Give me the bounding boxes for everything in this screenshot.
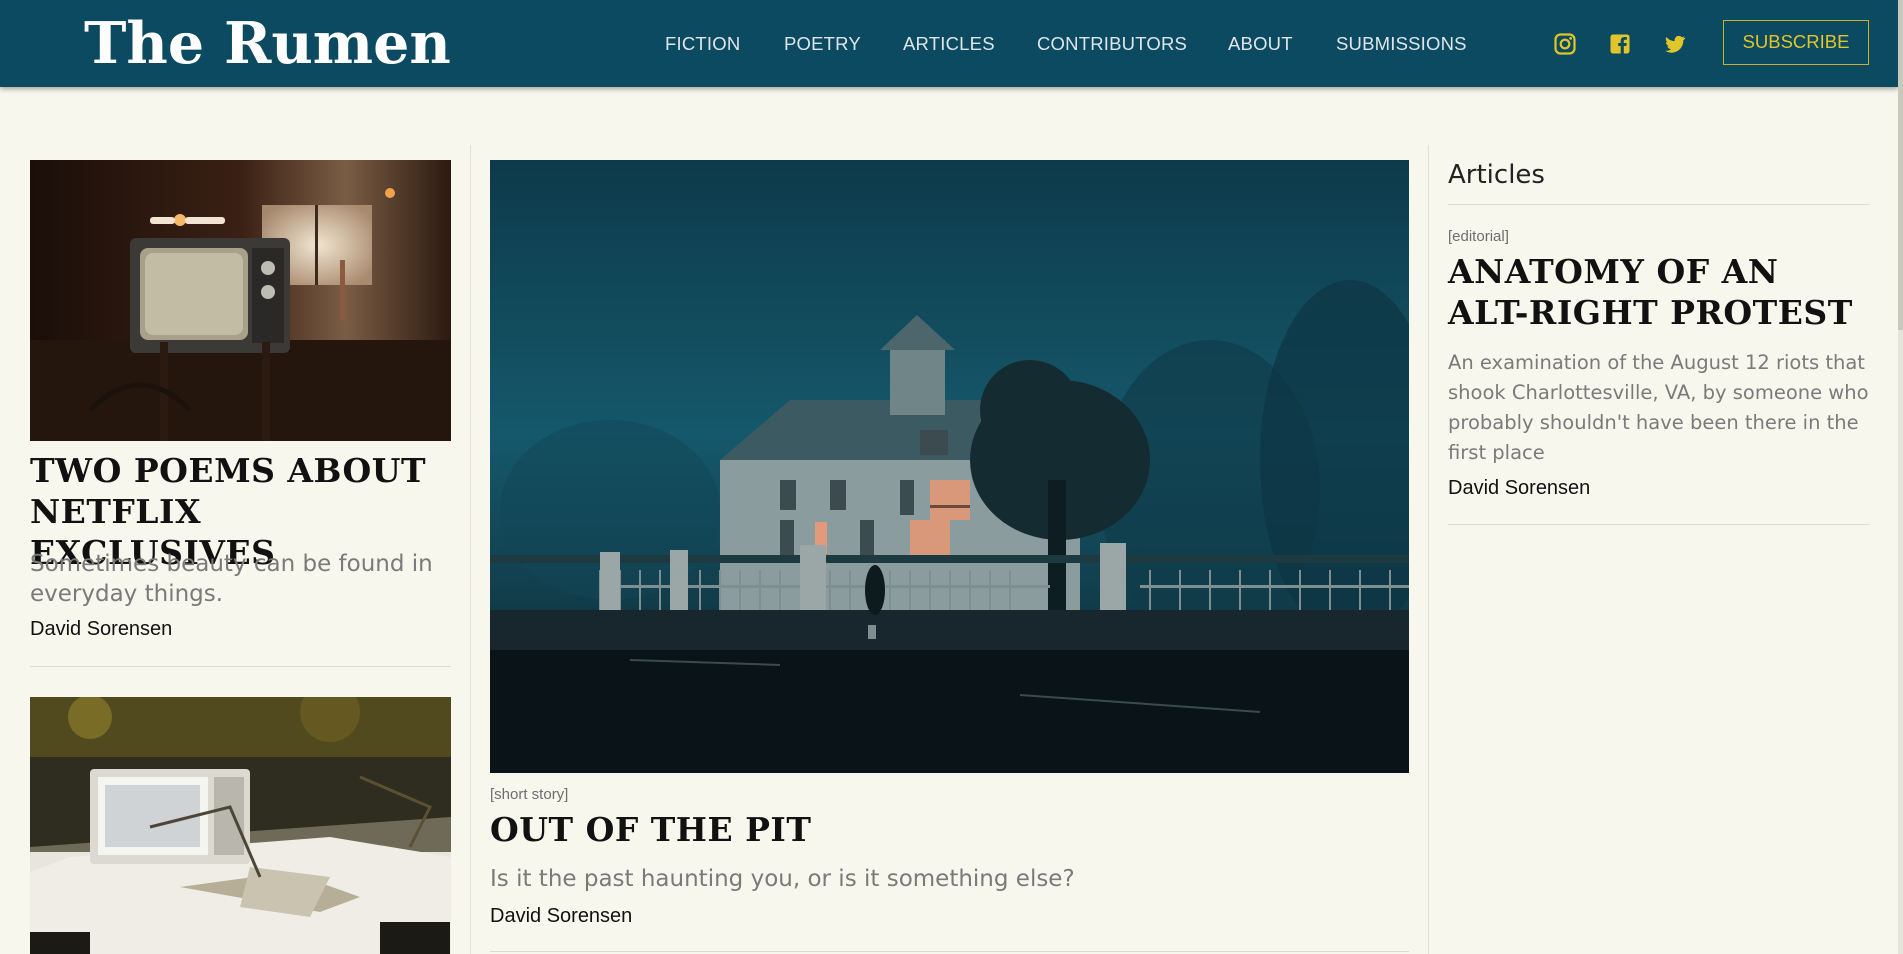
card-image-tv[interactable] xyxy=(30,160,451,441)
card-image-microwave[interactable] xyxy=(30,697,451,954)
article-tag: [editorial] xyxy=(1448,228,1509,245)
article-title[interactable]: ANATOMY OF AN ALT-RIGHT PROTEST xyxy=(1448,251,1869,333)
column-divider-left xyxy=(470,145,471,954)
featured-author[interactable]: David Sorensen xyxy=(490,905,632,928)
article-author[interactable]: David Sorensen xyxy=(1448,477,1590,500)
nav-contributors[interactable]: CONTRIBUTORS xyxy=(1037,33,1187,55)
scrollbar-thumb[interactable] xyxy=(1898,0,1903,330)
twitter-icon[interactable] xyxy=(1663,32,1687,56)
nav-articles[interactable]: ARTICLES xyxy=(903,33,995,55)
nav-poetry[interactable]: POETRY xyxy=(784,33,861,55)
article-divider xyxy=(1448,524,1869,525)
featured-image[interactable] xyxy=(490,160,1409,773)
card-description: Sometimes beauty can be found in everyda… xyxy=(30,551,433,607)
subscribe-button[interactable]: SUBSCRIBE xyxy=(1723,20,1869,65)
aside-heading-divider xyxy=(1448,204,1869,205)
site-header: The Rumen FICTION POETRY ARTICLES CONTRI… xyxy=(0,0,1898,87)
card-author[interactable]: David Sorensen xyxy=(30,618,172,641)
site-logo[interactable]: The Rumen xyxy=(84,8,451,80)
nav-submissions[interactable]: SUBMISSIONS xyxy=(1336,33,1467,55)
featured-divider xyxy=(490,951,1409,952)
instagram-icon[interactable] xyxy=(1553,32,1577,56)
featured-description: Is it the past haunting you, or is it so… xyxy=(490,866,1075,892)
card-divider xyxy=(30,666,451,667)
featured-title[interactable]: OUT OF THE PIT xyxy=(490,809,1409,850)
featured-tag: [short story] xyxy=(490,786,569,803)
column-divider-right xyxy=(1428,145,1429,954)
nav-about[interactable]: ABOUT xyxy=(1228,33,1293,55)
nav-fiction[interactable]: FICTION xyxy=(665,33,740,55)
page-scrollbar[interactable] xyxy=(1898,0,1903,954)
facebook-icon[interactable] xyxy=(1608,32,1632,56)
article-description: An examination of the August 12 riots th… xyxy=(1448,351,1869,464)
aside-heading: Articles xyxy=(1448,160,1545,190)
